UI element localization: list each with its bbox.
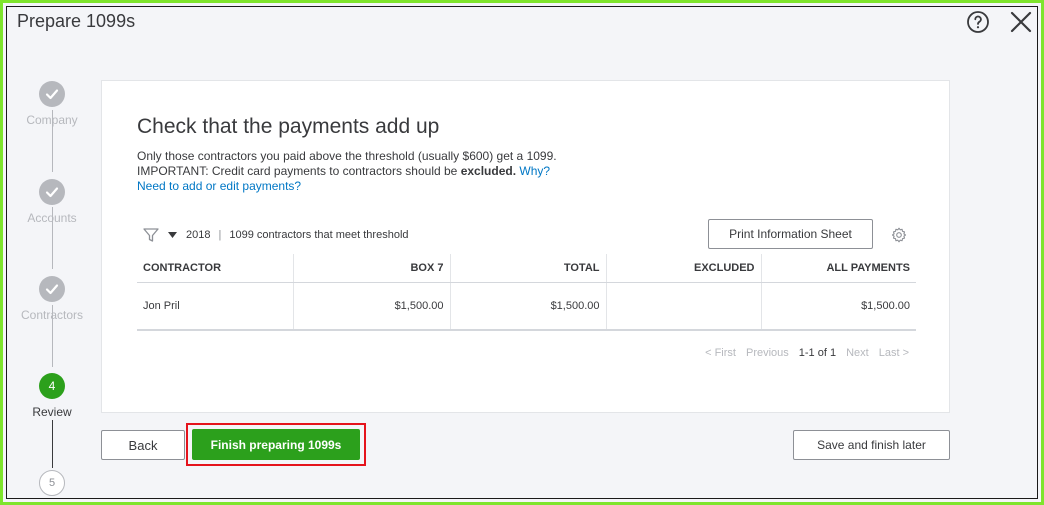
highlight-box: Finish preparing 1099s: [186, 423, 366, 466]
edit-payments-link[interactable]: Need to add or edit payments?: [137, 179, 557, 194]
previous-page-link[interactable]: Previous: [746, 347, 789, 359]
close-icon[interactable]: [1009, 10, 1033, 34]
column-header-excluded[interactable]: EXCLUDED: [605, 254, 761, 283]
column-header-box7[interactable]: BOX 7: [292, 254, 450, 283]
step-label: Company: [26, 113, 78, 127]
cell-total: $1,500.00: [449, 282, 606, 331]
important-text: IMPORTANT: Credit card payments to contr…: [137, 164, 461, 178]
table-row: Jon Pril $1,500.00 $1,500.00 $1,500.00: [137, 282, 916, 331]
dialog: Prepare 1099s Company Accounts Contracto…: [6, 6, 1038, 499]
next-page-link[interactable]: Next: [846, 347, 869, 359]
step-accounts: Accounts: [12, 179, 92, 225]
help-circle-icon[interactable]: [966, 10, 990, 34]
step-review: 4 Review: [12, 373, 92, 419]
column-header-all-payments[interactable]: ALL PAYMENTS: [760, 254, 916, 283]
description: Only those contractors you paid above th…: [137, 149, 557, 194]
step-file: 5: [12, 470, 92, 496]
page-count: 1-1 of 1: [798, 347, 837, 359]
gear-icon[interactable]: [891, 227, 907, 243]
check-icon: [39, 81, 65, 107]
back-button[interactable]: Back: [101, 430, 185, 460]
finish-preparing-button[interactable]: Finish preparing 1099s: [192, 429, 360, 460]
threshold-note: Only those contractors you paid above th…: [137, 149, 557, 163]
step-label: Accounts: [27, 211, 77, 225]
why-link[interactable]: Why?: [519, 164, 550, 178]
important-note: IMPORTANT: Credit card payments to contr…: [137, 164, 557, 179]
check-icon: [39, 179, 65, 205]
cell-contractor: Jon Pril: [137, 282, 293, 331]
caret-down-icon[interactable]: [168, 232, 177, 238]
step-label: Review: [32, 405, 72, 419]
cell-box7: $1,500.00: [292, 282, 450, 331]
last-page-link[interactable]: Last >: [879, 347, 909, 359]
check-icon: [39, 276, 65, 302]
cell-excluded: [605, 282, 761, 331]
step-number: 5: [39, 470, 65, 496]
window-frame: Prepare 1099s Company Accounts Contracto…: [0, 0, 1044, 505]
column-header-contractor[interactable]: CONTRACTOR: [137, 254, 293, 283]
cell-all-payments: $1,500.00: [760, 282, 916, 331]
filter-separator: |: [218, 229, 222, 241]
save-and-finish-later-button[interactable]: Save and finish later: [793, 430, 950, 460]
step-contractors: Contractors: [12, 276, 92, 322]
filter-bar: 2018 | 1099 contractors that meet thresh…: [142, 226, 409, 244]
contractors-table: CONTRACTOR BOX 7 TOTAL EXCLUDED ALL PAYM…: [137, 254, 916, 331]
print-information-sheet-button[interactable]: Print Information Sheet: [708, 219, 873, 249]
step-number: 4: [39, 373, 65, 399]
filter-description: 1099 contractors that meet threshold: [229, 229, 409, 241]
stepper-connector: [52, 420, 53, 468]
dialog-title: Prepare 1099s: [17, 11, 136, 31]
pagination: < First Previous 1-1 of 1 Next Last >: [705, 347, 909, 359]
review-card: Check that the payments add up Only thos…: [101, 80, 950, 413]
filter-icon[interactable]: [142, 226, 160, 244]
first-page-link[interactable]: < First: [705, 347, 736, 359]
step-company: Company: [12, 81, 92, 127]
column-header-total[interactable]: TOTAL: [449, 254, 606, 283]
table-header-row: CONTRACTOR BOX 7 TOTAL EXCLUDED ALL PAYM…: [137, 254, 916, 283]
important-bold: excluded.: [460, 164, 517, 178]
step-label: Contractors: [20, 308, 84, 322]
filter-year: 2018: [186, 229, 211, 241]
page-heading: Check that the payments add up: [137, 115, 440, 138]
